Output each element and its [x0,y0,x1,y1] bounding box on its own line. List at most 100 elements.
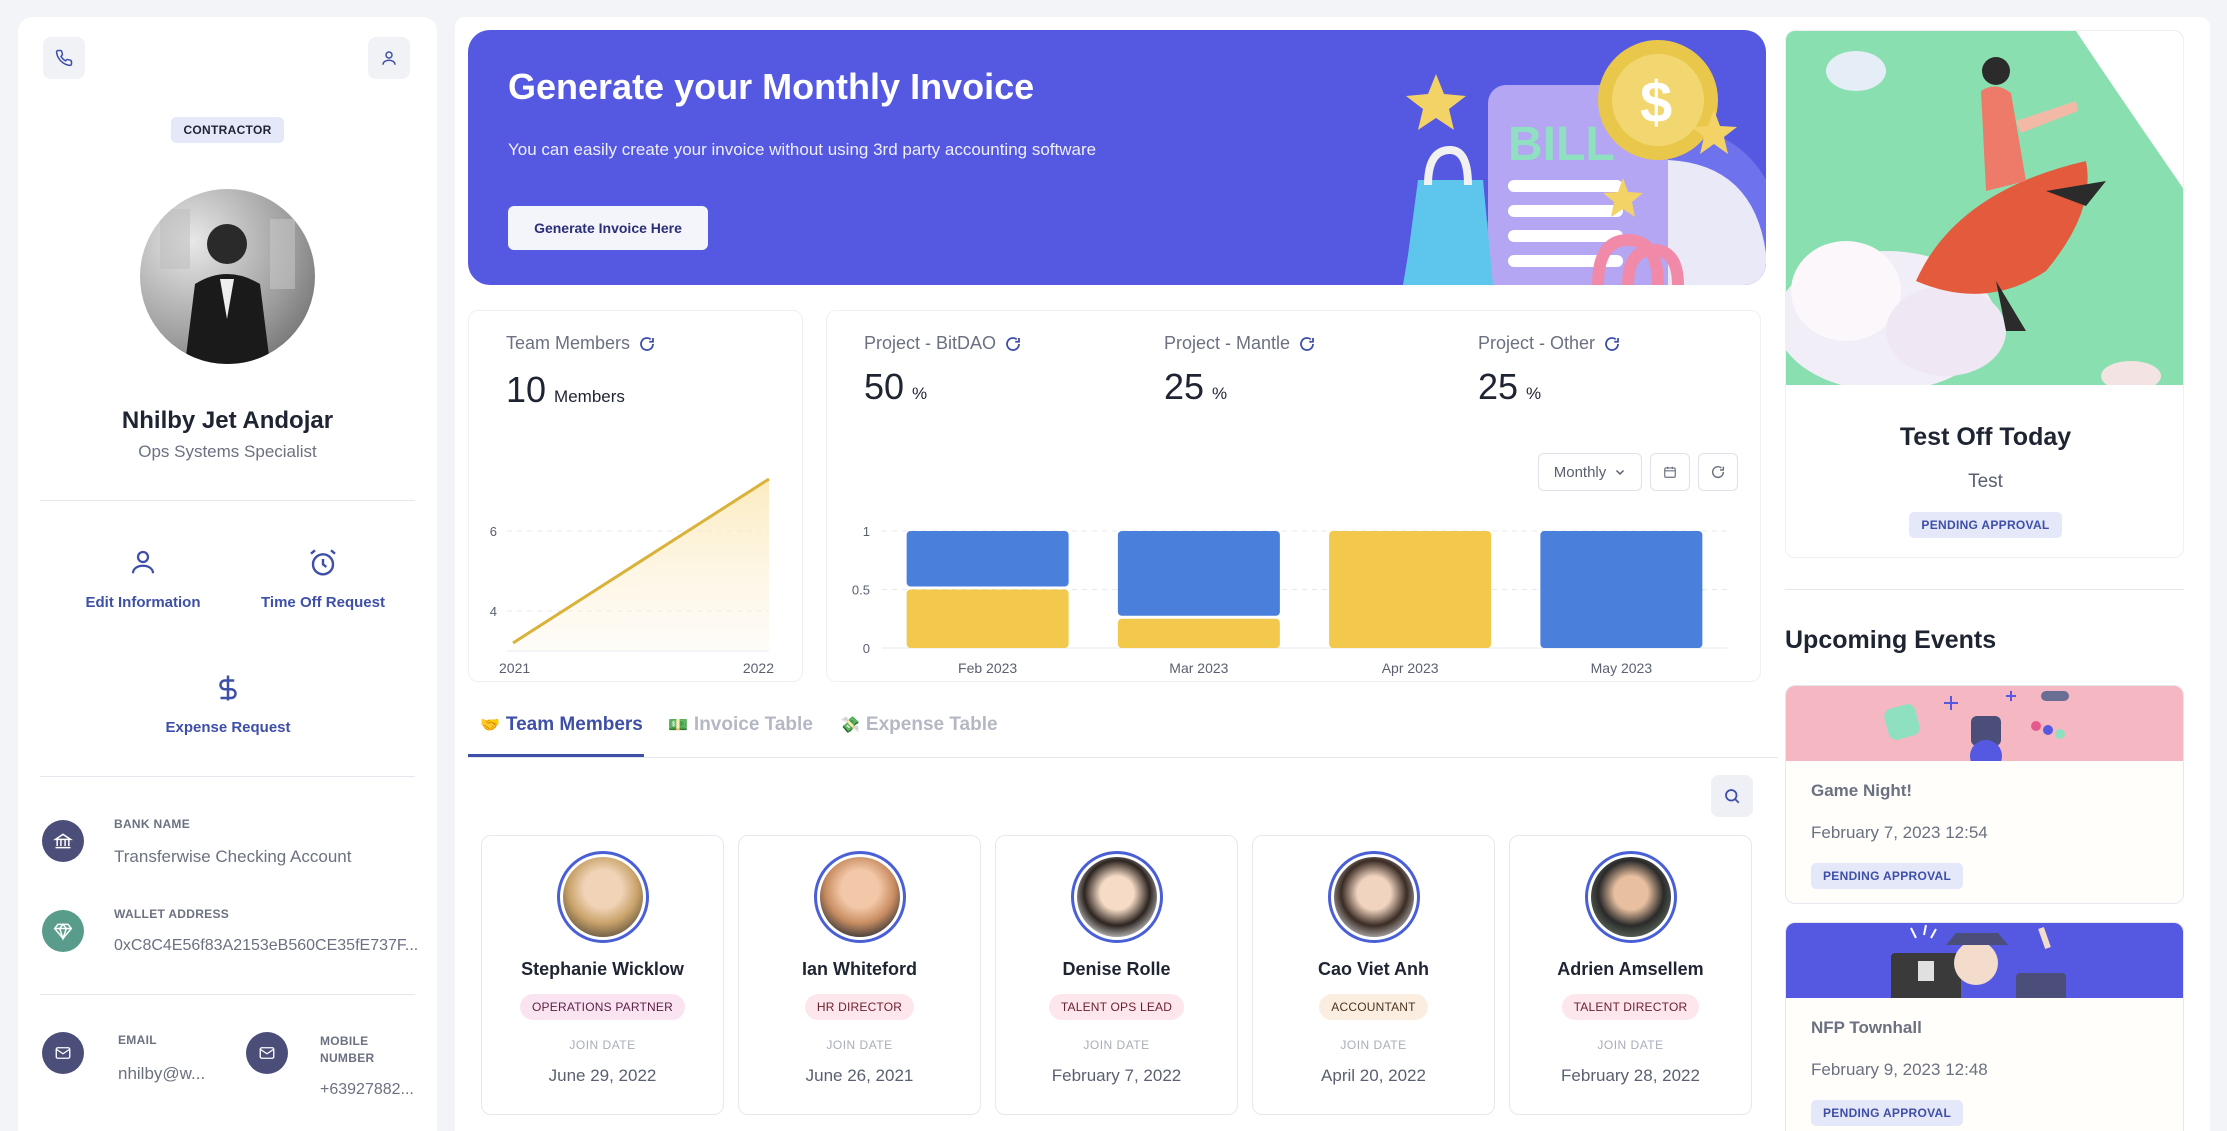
bar-segment[interactable] [1540,531,1703,648]
edit-information-button[interactable]: Edit Information [58,547,228,611]
calendar-icon [1664,466,1676,478]
y-tick-label: 4 [490,604,497,619]
bar-segment[interactable] [1117,531,1280,616]
x-tick-label: 2021 [499,660,530,676]
project-other-title: Project - Other [1478,333,1596,353]
event-image [1786,923,2183,1003]
project-other-unit: % [1526,384,1542,403]
member-role-badge: HR DIRECTOR [804,994,915,1020]
invoice-illustration: BILL $ [1403,40,1766,285]
alarm-clock-icon [310,549,336,576]
member-join-date: April 20, 2022 [1321,1066,1426,1085]
profile-name: Nhilby Jet Andojar [121,407,334,434]
user-icon [382,51,396,65]
tab-expense-table[interactable]: 💸 Expense Table [840,714,998,736]
event-image [1786,686,2183,772]
tab-team-members[interactable]: 🤝 Team Members [480,714,643,736]
calendar-button[interactable] [1650,453,1690,491]
member-name: Cao Viet Anh [1317,959,1429,979]
member-avatar [1584,851,1677,943]
member-avatar [1327,851,1420,943]
refresh-icon[interactable] [638,335,656,353]
bar-segment[interactable] [906,589,1069,649]
member-avatar [1070,851,1163,943]
bill-text: BILL [1508,118,1615,171]
member-avatar [813,851,906,943]
member-join-date: February 28, 2022 [1561,1066,1700,1085]
project-other-stat: Project - Other 25% [1478,333,1621,408]
time-off-subtitle: Test [1968,471,2003,492]
mobile-label: MOBILE NUMBER [320,1034,375,1065]
chevron-down-icon [1616,469,1625,476]
bank-name-value: Transferwise Checking Account [114,847,352,866]
rocket-illustration [1786,31,2183,385]
time-off-request-label: Time Off Request [261,594,385,611]
team-growth-chart: 6 4 2021 2022 [490,477,774,676]
join-date-label: JOIN DATE [569,1038,636,1052]
member-card[interactable]: Cao Viet Anh ACCOUNTANT JOIN DATE April … [1252,835,1495,1115]
member-card[interactable]: Adrien Amsellem TALENT DIRECTOR JOIN DAT… [1509,835,1752,1115]
bar-segment[interactable] [1117,618,1280,648]
time-off-title: Test Off Today [1899,423,2072,451]
mobile-icon [246,1032,288,1074]
email-label: EMAIL [118,1033,157,1047]
wallet-diamond-icon [42,910,84,952]
y-tick-label: 0.5 [852,583,870,598]
generate-invoice-button[interactable]: Generate Invoice Here [508,206,708,250]
member-join-date: June 26, 2021 [805,1066,914,1085]
period-select[interactable]: Monthly [1538,453,1642,491]
user-edit-icon [131,550,155,574]
chart-refresh-button[interactable] [1698,453,1738,491]
banner-subtitle: You can easily create your invoice witho… [508,140,1097,159]
expense-request-label: Expense Request [165,719,291,736]
event-status-badge: PENDING APPROVAL [1811,863,1964,889]
event-card[interactable]: NFP Townhall February 9, 2023 12:48 PEND… [1785,922,2184,1131]
project-mantle-unit: % [1212,384,1228,403]
member-card[interactable]: Stephanie Wicklow OPERATIONS PARTNER JOI… [481,835,724,1115]
x-tick-label: Apr 2023 [1382,660,1439,676]
search-button[interactable] [1711,775,1753,817]
bar-segment[interactable] [1329,531,1492,648]
tab-team-members-label: Team Members [505,714,643,735]
refresh-icon[interactable] [1298,335,1316,353]
bar-segment[interactable] [906,531,1069,587]
profile-button[interactable] [368,37,410,79]
event-title: NFP Townhall [1811,1018,1922,1037]
member-avatar [556,851,649,943]
wallet-address-value: 0xC8C4E56f83A2153eB560CE35fE737F... [114,937,419,954]
y-tick-label: 0 [863,641,870,656]
join-date-label: JOIN DATE [1597,1038,1664,1052]
project-mantle-title: Project - Mantle [1164,333,1291,353]
bank-icon [42,820,84,862]
contractor-badge: CONTRACTOR [171,117,284,143]
mobile-value: +63927882... [320,1081,414,1098]
handshake-icon: 🤝 [480,717,500,734]
project-bitdao-title: Project - BitDAO [864,333,997,353]
project-other-value: 25 [1478,366,1519,407]
refresh-icon[interactable] [1603,335,1621,353]
project-bitdao-unit: % [912,384,928,403]
projects-bar-chart: 1 0.5 0 Feb 2023 Mar 2023 Apr 2023 May 2023 [852,524,1727,676]
projects-card: Project - BitDAO 50% Project - Mantle 25… [826,310,1761,682]
profile-avatar [140,189,315,364]
email-value: nhilby@w... [118,1064,206,1083]
event-card[interactable]: Game Night! February 7, 2023 12:54 PENDI… [1785,685,2184,904]
phone-button[interactable] [43,37,85,79]
refresh-icon[interactable] [1004,335,1022,353]
project-bitdao-stat: Project - BitDAO 50% [864,333,1022,408]
member-join-date: February 7, 2022 [1051,1066,1182,1085]
join-date-label: JOIN DATE [1340,1038,1407,1052]
search-icon [1725,789,1740,804]
expense-request-button[interactable]: Expense Request [143,672,313,736]
time-off-request-button[interactable]: Time Off Request [238,547,408,611]
member-card[interactable]: Denise Rolle TALENT OPS LEAD JOIN DATE F… [995,835,1238,1115]
x-tick-label: Feb 2023 [958,660,1017,676]
upcoming-events-heading: Upcoming Events [1785,626,1997,654]
member-role-badge: TALENT OPS LEAD [1048,994,1185,1020]
member-name: Adrien Amsellem [1557,959,1704,979]
money-wings-icon: 💸 [840,717,860,734]
x-tick-label: 2022 [743,660,774,676]
member-role-badge: ACCOUNTANT [1319,994,1428,1020]
member-card[interactable]: Ian Whiteford HR DIRECTOR JOIN DATE June… [738,835,981,1115]
tab-invoice-table[interactable]: 💵 Invoice Table [668,714,813,736]
